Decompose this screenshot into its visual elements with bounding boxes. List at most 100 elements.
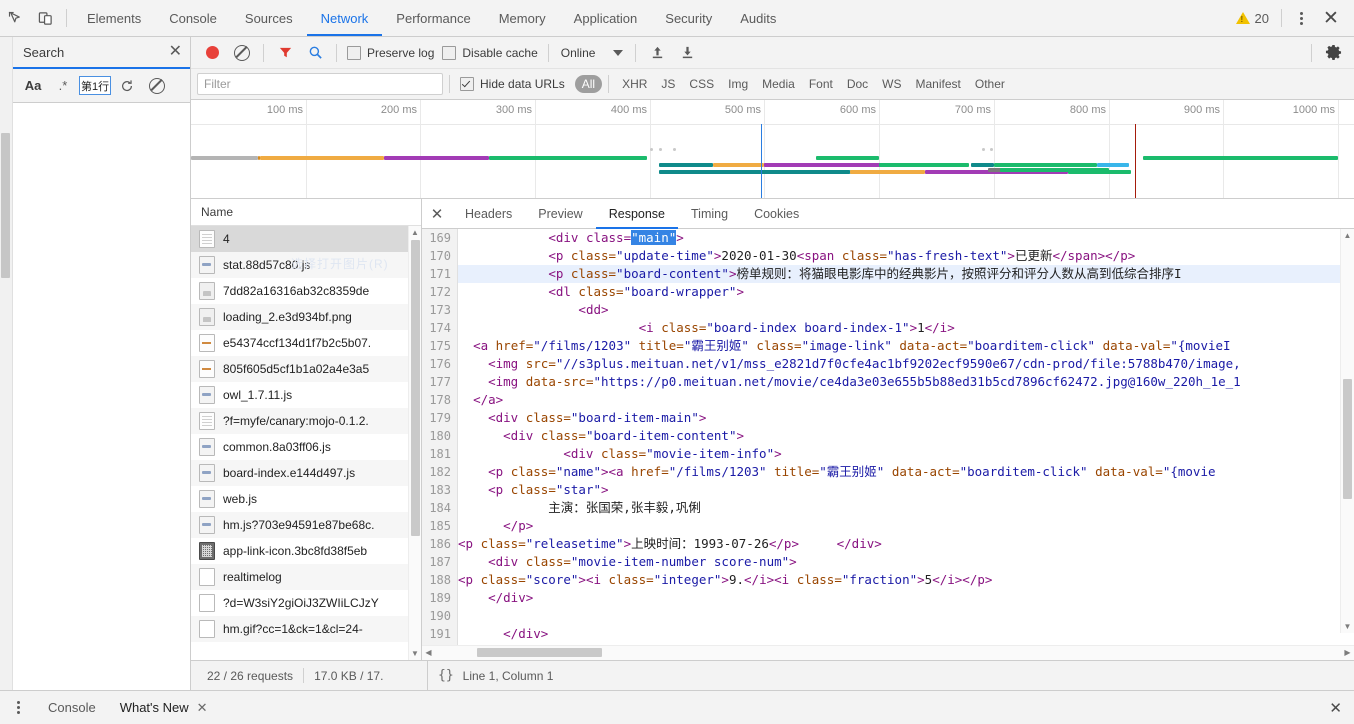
tab-application[interactable]: Application — [560, 0, 652, 36]
scroll-right-arrow[interactable]: ▶ — [1341, 646, 1354, 659]
export-har-icon[interactable] — [672, 40, 702, 66]
table-row[interactable]: 4 — [191, 226, 421, 252]
close-icon[interactable]: ✕ — [169, 44, 182, 60]
tab-console[interactable]: Console — [155, 0, 231, 36]
type-filter-manifest[interactable]: Manifest — [909, 75, 968, 93]
scroll-up-arrow[interactable]: ▲ — [409, 226, 421, 239]
type-filter-media[interactable]: Media — [755, 75, 802, 93]
code-line[interactable]: <div class="movie-item-info"> — [458, 445, 1354, 463]
code-line[interactable]: </p> — [458, 517, 1354, 535]
code-line[interactable]: <p class="score"><i class="integer">9.</… — [458, 571, 1354, 589]
table-row[interactable]: stat.88d57c80.js — [191, 252, 421, 278]
code-line[interactable]: <div class="main"> — [458, 229, 1354, 247]
tab-sources[interactable]: Sources — [231, 0, 307, 36]
code-horizontal-scrollbar[interactable]: ◀ ▶ — [422, 645, 1354, 660]
response-source-code[interactable]: <div class="main"> <p class="update-time… — [458, 229, 1354, 645]
filter-funnel-icon[interactable] — [270, 40, 300, 66]
type-filter-other[interactable]: Other — [968, 75, 1012, 93]
inspect-element-icon[interactable] — [0, 4, 30, 32]
code-line[interactable]: <img data-src="https://p0.meituan.net/mo… — [458, 373, 1354, 391]
type-filter-img[interactable]: Img — [721, 75, 755, 93]
type-filter-js[interactable]: JS — [654, 75, 682, 93]
match-case-icon[interactable]: Aa — [19, 74, 47, 98]
close-icon[interactable]: ✕ — [1329, 699, 1354, 717]
code-line[interactable]: </a> — [458, 391, 1354, 409]
clear-network-log-icon[interactable] — [227, 40, 257, 66]
hide-data-urls-checkbox[interactable]: Hide data URLs — [456, 77, 569, 91]
close-icon[interactable]: ✕ — [197, 700, 208, 716]
record-button-icon[interactable] — [197, 40, 227, 66]
scrollbar-thumb[interactable] — [1343, 379, 1352, 499]
device-toolbar-icon[interactable] — [30, 4, 60, 32]
close-icon[interactable]: ✕ — [1314, 3, 1348, 33]
regex-icon[interactable]: .* — [49, 74, 77, 98]
search-line-input[interactable]: 第1行 — [79, 76, 111, 95]
tab-preview[interactable]: Preview — [525, 199, 595, 228]
code-line[interactable]: <p class="star"> — [458, 481, 1354, 499]
kebab-menu-icon[interactable] — [1288, 5, 1314, 31]
code-line[interactable]: 主演：张国荣,张丰毅,巩俐 — [458, 499, 1354, 517]
scrollbar-thumb[interactable] — [1, 133, 10, 278]
table-row[interactable]: realtimelog — [191, 564, 421, 590]
network-overview-timeline[interactable]: 100 ms 200 ms 300 ms 400 ms 500 ms 600 ms 700 … — [191, 100, 1354, 199]
pretty-print-icon[interactable]: {} — [438, 668, 454, 683]
table-row[interactable]: ?d=W3siY2giOiJ3ZWIiLCJzY — [191, 590, 421, 616]
kebab-menu-icon[interactable] — [0, 701, 36, 714]
type-filter-all[interactable]: All — [574, 75, 603, 93]
code-line[interactable]: <dd> — [458, 301, 1354, 319]
table-row[interactable]: loading_2.e3d934bf.png — [191, 304, 421, 330]
window-scrollbar[interactable] — [0, 37, 13, 690]
table-row[interactable]: 7dd82a16316ab32c8359de — [191, 278, 421, 304]
code-line[interactable]: <p class="name"><a href="/films/1203" ti… — [458, 463, 1354, 481]
request-list-body[interactable]: 选择打开图片(R) ▲ ▼ 4 stat.88d57c80.js 7dd82a163… — [191, 226, 421, 660]
type-filter-ws[interactable]: WS — [875, 75, 908, 93]
code-line[interactable]: <div class="movie-item-number score-num"… — [458, 553, 1354, 571]
code-line[interactable]: </div> — [458, 625, 1354, 643]
scroll-up-arrow[interactable]: ▲ — [1341, 229, 1354, 242]
code-line[interactable] — [458, 607, 1354, 625]
close-icon[interactable]: ✕ — [422, 200, 452, 228]
table-row[interactable]: ?f=myfe/canary:mojo-0.1.2. — [191, 408, 421, 434]
tab-timing[interactable]: Timing — [678, 199, 741, 228]
tab-audits[interactable]: Audits — [726, 0, 790, 36]
preserve-log-checkbox[interactable]: Preserve log — [343, 45, 438, 60]
import-har-icon[interactable] — [642, 40, 672, 66]
tab-cookies[interactable]: Cookies — [741, 199, 812, 228]
code-vertical-scrollbar[interactable]: ▲ ▼ — [1340, 229, 1354, 633]
response-code-view[interactable]: 169 170 171 172 173 174 175 176 177 178 179 180 181 1… — [422, 229, 1354, 645]
code-line[interactable]: <p class="board-content">榜单规则：将猫眼电影库中的经典… — [458, 265, 1354, 283]
scrollbar-thumb[interactable] — [477, 648, 602, 657]
throttling-select[interactable]: Online — [555, 46, 630, 60]
tab-response[interactable]: Response — [595, 199, 679, 229]
table-row[interactable]: hm.js?703e94591e87be68c. — [191, 512, 421, 538]
table-row[interactable]: 805f605d5cf1b1a02a4e3a5 — [191, 356, 421, 382]
code-line[interactable]: <p class="releasetime">上映时间：1993-07-26</… — [458, 535, 1354, 553]
code-line[interactable]: <img src="//s3plus.meituan.net/v1/mss_e2… — [458, 355, 1354, 373]
drawer-tab-console[interactable]: Console — [36, 700, 108, 715]
type-filter-xhr[interactable]: XHR — [615, 75, 654, 93]
gear-icon[interactable] — [1318, 40, 1348, 66]
code-line[interactable]: <dl class="board-wrapper"> — [458, 283, 1354, 301]
search-icon[interactable] — [300, 40, 330, 66]
table-row[interactable]: app-link-icon.3bc8fd38f5eb — [191, 538, 421, 564]
type-filter-css[interactable]: CSS — [682, 75, 721, 93]
type-filter-doc[interactable]: Doc — [840, 75, 875, 93]
code-line[interactable]: </div> — [458, 589, 1354, 607]
warning-count-badge[interactable]: 20 — [1230, 11, 1275, 26]
request-list-scrollbar[interactable]: ▲ ▼ — [408, 226, 421, 660]
table-row[interactable]: owl_1.7.11.js — [191, 382, 421, 408]
request-list-header[interactable]: Name — [191, 199, 421, 226]
table-row[interactable]: hm.gif?cc=1&ck=1&cl=24- — [191, 616, 421, 642]
clear-icon[interactable] — [143, 74, 171, 98]
table-row[interactable]: web.js — [191, 486, 421, 512]
code-line[interactable]: <div class="board-item-main"> — [458, 409, 1354, 427]
type-filter-font[interactable]: Font — [802, 75, 840, 93]
code-line[interactable]: <a href="/films/1203" title="霸王别姬" class… — [458, 337, 1354, 355]
tab-network[interactable]: Network — [306, 0, 383, 36]
tab-memory[interactable]: Memory — [485, 0, 560, 36]
scroll-left-arrow[interactable]: ◀ — [422, 646, 435, 659]
table-row[interactable]: e54374ccf134d1f7b2c5b07. — [191, 330, 421, 356]
disable-cache-checkbox[interactable]: Disable cache — [438, 45, 541, 60]
tab-headers[interactable]: Headers — [452, 199, 525, 228]
refresh-icon[interactable] — [113, 74, 141, 98]
